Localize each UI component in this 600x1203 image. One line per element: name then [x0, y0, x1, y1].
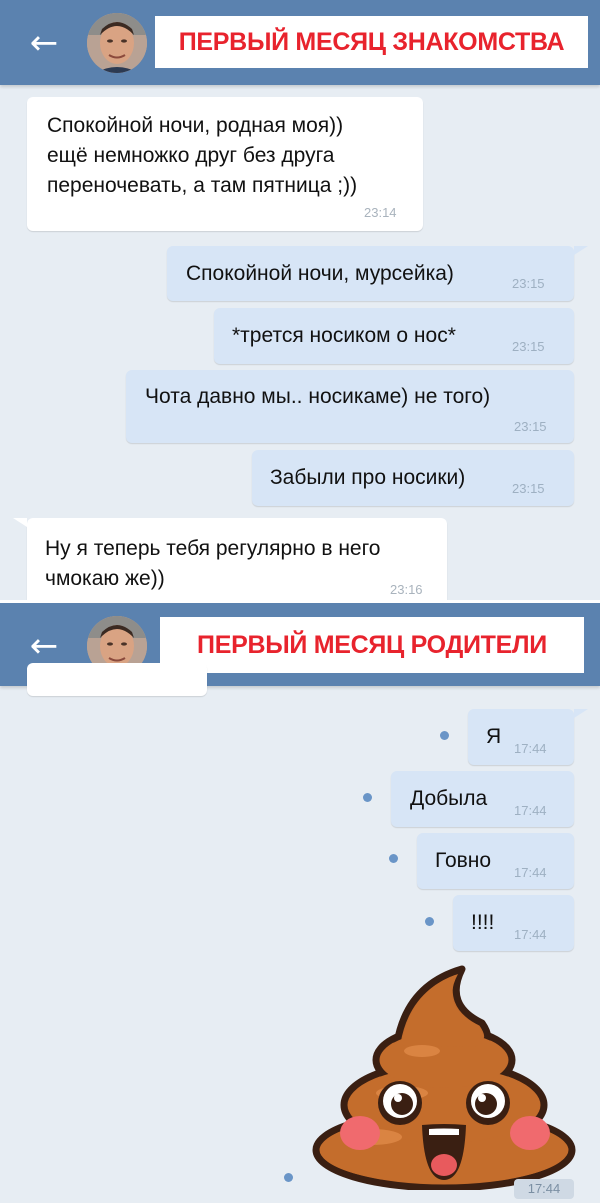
message-bubble-outgoing[interactable]: Говно 17:44: [417, 833, 574, 889]
message-text: Я: [486, 725, 502, 748]
message-time: 17:44: [514, 803, 547, 818]
unread-dot: [389, 854, 398, 863]
page-title: ПЕРВЫЙ МЕСЯЦ ЗНАКОМСТВА: [178, 27, 565, 56]
back-arrow-icon[interactable]: ←: [24, 23, 64, 63]
title-banner: ПЕРВЫЙ МЕСЯЦ ЗНАКОМСТВА: [155, 16, 588, 68]
bubble-tail: [574, 246, 588, 255]
title-banner: ПЕРВЫЙ МЕСЯЦ РОДИТЕЛИ: [160, 617, 584, 673]
message-time: 23:16: [390, 582, 423, 597]
message-bubble-outgoing[interactable]: *трется носиком о нос* 23:15: [214, 308, 574, 364]
message-time: 23:15: [512, 481, 545, 496]
unread-dot: [440, 731, 449, 740]
poop-emoji-icon: [312, 965, 576, 1192]
unread-dot: [425, 917, 434, 926]
sticker-time: 17:44: [514, 1179, 574, 1199]
message-time: 17:44: [514, 865, 547, 880]
poop-emoji-sticker[interactable]: [312, 965, 576, 1192]
message-text: Спокойной ночи, родная моя)) ещё немножк…: [47, 114, 358, 197]
page-title: ПЕРВЫЙ МЕСЯЦ РОДИТЕЛИ: [197, 630, 547, 659]
back-arrow-icon[interactable]: ←: [24, 626, 64, 666]
message-bubble-outgoing[interactable]: Забыли про носики) 23:15: [252, 450, 574, 506]
message-bubble-outgoing[interactable]: Добыла 17:44: [391, 771, 574, 827]
message-text: Ну я теперь тебя регулярно в него чмокаю…: [45, 537, 381, 590]
message-time: 23:15: [514, 419, 547, 434]
message-bubble-outgoing[interactable]: Чота давно мы.. носикаме) не того) 23:15: [126, 370, 574, 443]
message-text: Говно: [435, 849, 492, 872]
unread-dot: [284, 1173, 293, 1182]
message-text: Спокойной ночи, мурсейка): [186, 262, 454, 285]
message-bubble-incoming[interactable]: Спокойной ночи, родная моя)) ещё немножк…: [27, 97, 423, 231]
avatar[interactable]: [87, 13, 147, 73]
message-text: Добыла: [410, 787, 488, 810]
chat-screenshot-2: ← ПЕРВЫЙ МЕСЯЦ РОДИТЕЛИ Я 17:44 Добыла 1…: [0, 603, 600, 1203]
chat-header: ← ПЕРВЫЙ МЕСЯЦ ЗНАКОМСТВА: [0, 0, 600, 85]
message-time: 23:15: [512, 339, 545, 354]
message-time: 17:44: [514, 927, 547, 942]
bubble-tail: [574, 709, 588, 718]
message-text: !!!!: [471, 911, 495, 934]
message-text: Забыли про носики): [270, 466, 466, 489]
message-time: 23:15: [512, 276, 545, 291]
message-text: Чота давно мы.. носикаме) не того): [145, 385, 491, 408]
message-bubble-incoming[interactable]: [27, 663, 207, 696]
bubble-tail: [13, 518, 27, 527]
unread-dot: [363, 793, 372, 802]
message-time: 17:44: [514, 741, 547, 756]
message-bubble-incoming[interactable]: Ну я теперь тебя регулярно в него чмокаю…: [27, 518, 447, 600]
message-time: 23:14: [364, 205, 397, 220]
message-text: *трется носиком о нос*: [232, 324, 456, 347]
message-bubble-outgoing[interactable]: !!!! 17:44: [453, 895, 574, 951]
message-bubble-outgoing[interactable]: Я 17:44: [468, 709, 574, 765]
chat-screenshot-1: ← ПЕРВЫЙ МЕСЯЦ ЗНАКОМСТВА Спокойной ночи…: [0, 0, 600, 600]
message-bubble-outgoing[interactable]: Спокойной ночи, мурсейка) 23:15: [167, 246, 574, 301]
